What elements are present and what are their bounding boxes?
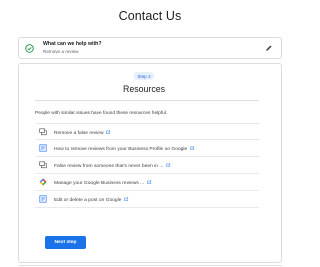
divider: [35, 100, 259, 101]
article-icon: [39, 144, 47, 152]
step1-summary-card: What can we help with? Remove a review: [18, 37, 282, 59]
google-business-icon: [39, 178, 47, 186]
resource-label: Manage your Google Business reviews ...: [54, 179, 152, 186]
resource-label: How to remove reviews from your Business…: [54, 145, 195, 152]
pencil-icon[interactable]: [265, 44, 273, 52]
resources-intro: People with similar issues have found th…: [35, 111, 168, 116]
resource-link-manage-business-reviews[interactable]: Manage your Google Business reviews ...: [35, 174, 259, 191]
chat-bubble-icon: [39, 161, 47, 169]
page-title: Contact Us: [118, 9, 182, 23]
resource-list: Remove a false review How to remove revi…: [35, 123, 259, 208]
resource-link-false-review-never-been[interactable]: False review from someone that's never b…: [35, 157, 259, 174]
step2-resources-card: Step 2 Resources People with similar iss…: [18, 63, 282, 263]
resource-link-edit-delete-post[interactable]: Edit or delete a post on Google: [35, 191, 259, 208]
resources-heading: Resources: [122, 84, 166, 94]
external-link-icon: [106, 129, 111, 134]
external-link-icon: [124, 196, 129, 201]
divider: [18, 265, 282, 266]
external-link-icon: [147, 179, 152, 184]
external-link-icon: [190, 145, 195, 150]
next-step-button[interactable]: Next step: [45, 236, 86, 249]
resource-label: Edit or delete a post on Google: [54, 196, 129, 203]
resource-label: False review from someone that's never b…: [54, 162, 171, 169]
external-link-icon: [166, 162, 171, 167]
resource-label: Remove a false review: [54, 129, 111, 136]
check-circle-icon: [25, 44, 34, 53]
article-icon: [39, 195, 47, 203]
step1-question: What can we help with?: [43, 41, 102, 47]
resource-link-remove-reviews-business-profile[interactable]: How to remove reviews from your Business…: [35, 140, 259, 157]
step1-answer: Remove a review: [43, 49, 79, 54]
chat-bubble-icon: [39, 128, 47, 136]
resource-link-remove-false-review[interactable]: Remove a false review: [35, 123, 259, 140]
step-badge: Step 2: [133, 72, 155, 80]
